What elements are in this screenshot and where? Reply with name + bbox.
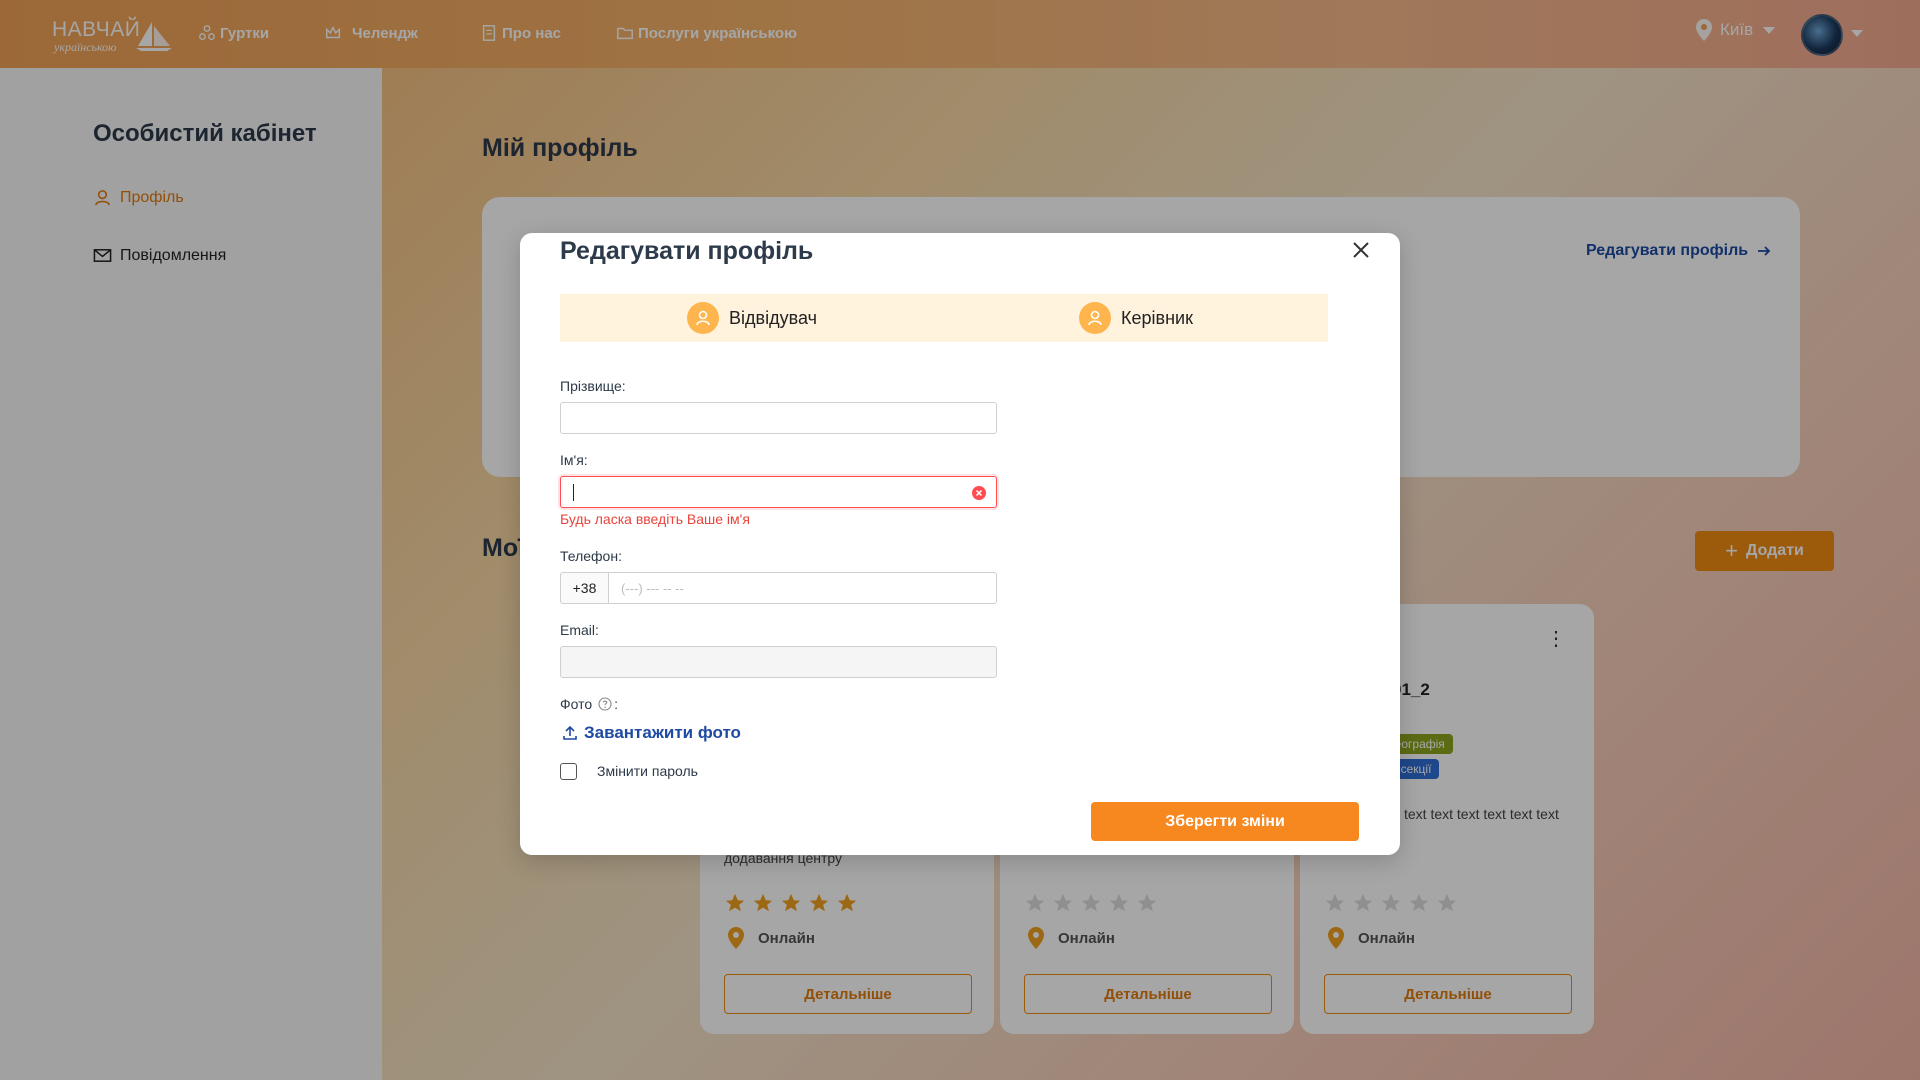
change-password-label: Змінити пароль bbox=[597, 763, 698, 779]
user-icon bbox=[1079, 302, 1112, 334]
upload-icon bbox=[563, 725, 577, 740]
clear-error-icon[interactable] bbox=[972, 486, 986, 500]
role-visitor-tab[interactable]: Відвідувач bbox=[560, 294, 944, 342]
user-icon bbox=[687, 302, 720, 334]
role-manager-tab[interactable]: Керівник bbox=[944, 294, 1328, 342]
email-label-text: Email bbox=[560, 622, 596, 638]
email-field[interactable] bbox=[560, 646, 997, 678]
text-cursor bbox=[573, 484, 574, 501]
save-button[interactable]: Зберегти зміни bbox=[1091, 802, 1359, 841]
phone-label: Телефон: bbox=[560, 548, 622, 564]
role-label: Відвідувач bbox=[729, 307, 817, 328]
name-label-text: Ім'я bbox=[560, 452, 584, 468]
photo-label: Фото : bbox=[560, 696, 618, 712]
role-switcher: Відвідувач Керівник bbox=[560, 294, 1328, 342]
edit-profile-modal: Редагувати профіль Відвідувач Керівник П… bbox=[520, 233, 1400, 855]
surname-label-text: Прізвище bbox=[560, 378, 622, 394]
surname-label: Прізвище: bbox=[560, 378, 626, 394]
email-label: Email: bbox=[560, 622, 599, 638]
phone-prefix: +38 bbox=[560, 572, 608, 604]
close-icon[interactable] bbox=[1350, 239, 1372, 261]
surname-field[interactable] bbox=[560, 402, 997, 434]
question-circle-icon[interactable] bbox=[598, 697, 612, 711]
phone-field[interactable]: (---) --- -- -- bbox=[608, 572, 997, 604]
name-error-message: Будь ласка введіть Ваше ім'я bbox=[560, 511, 750, 527]
name-field[interactable] bbox=[560, 476, 997, 508]
name-label: Ім'я: bbox=[560, 452, 588, 468]
phone-label-text: Телефон bbox=[560, 548, 619, 564]
photo-label-text: Фото bbox=[560, 696, 593, 712]
change-password-checkbox[interactable] bbox=[560, 763, 577, 780]
role-label: Керівник bbox=[1121, 307, 1193, 328]
upload-photo-label: Завантажити фото bbox=[584, 723, 741, 742]
upload-photo-button[interactable]: Завантажити фото bbox=[562, 723, 741, 743]
modal-title: Редагувати профіль bbox=[560, 237, 814, 265]
